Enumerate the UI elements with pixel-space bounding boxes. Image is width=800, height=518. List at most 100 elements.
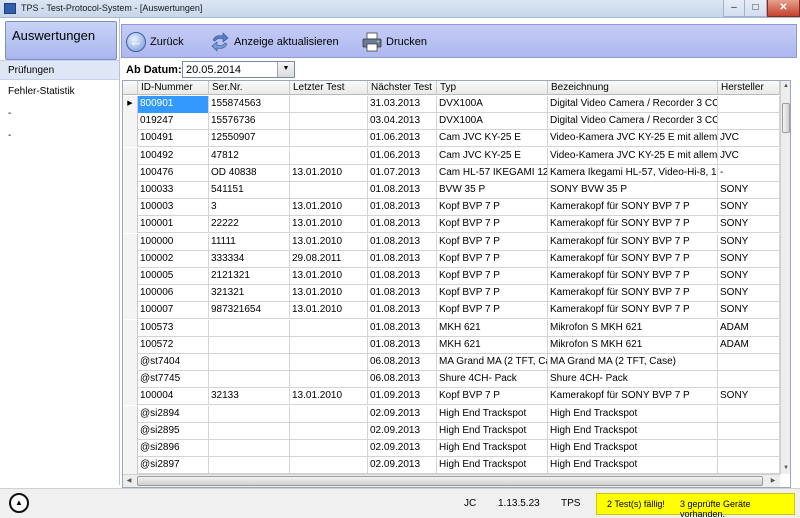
cell-serial-number[interactable]: 3	[209, 199, 290, 217]
cell-id-number[interactable]: @si2896	[138, 440, 209, 457]
table-row[interactable]: 100491 12550907 01.06.2013 Cam JVC KY-25 EV…	[123, 130, 780, 148]
cell-id-number[interactable]: @si2895	[138, 422, 209, 440]
cell-id-number[interactable]: 100491	[138, 130, 209, 148]
column-header-description[interactable]: Bezeichnung	[548, 81, 718, 95]
back-button[interactable]: ← Zurück	[126, 29, 184, 55]
cell-serial-number[interactable]: 155874563	[209, 96, 290, 113]
cell-last-test[interactable]	[290, 457, 368, 475]
horizontal-scroll-thumb[interactable]	[137, 476, 763, 486]
row-header[interactable]	[123, 302, 138, 320]
cell-type[interactable]: Cam HL-57 IKEGAMI 12345	[437, 164, 548, 182]
cell-next-test[interactable]: 01.08.2013	[368, 216, 437, 234]
column-header-manufacturer[interactable]: Hersteller	[718, 81, 780, 95]
table-row[interactable]: 100005 2121321 13.01.2010 01.08.2013 Kopf BV…	[123, 268, 780, 285]
cell-manufacturer[interactable]	[718, 96, 780, 113]
row-header[interactable]	[123, 199, 138, 217]
cell-serial-number[interactable]: 987321654	[209, 302, 290, 320]
cell-manufacturer[interactable]: ADAM	[718, 319, 780, 337]
table-row[interactable]: 100033 541151 01.08.2013 BVW 35 P SONY BVW 3…	[123, 182, 780, 199]
cell-last-test[interactable]: 13.01.2010	[290, 233, 368, 251]
cell-next-test[interactable]: 01.07.2013	[368, 164, 437, 182]
cell-description[interactable]: Kamerakopf für SONY BVP 7 P	[548, 199, 718, 217]
cell-last-test[interactable]	[290, 371, 368, 389]
table-row[interactable]: @si2894 02.09.2013 High End Trackspot High …	[123, 405, 780, 423]
cell-manufacturer[interactable]: SONY	[718, 250, 780, 268]
sidebar-item-pruefungen[interactable]: Prüfungen	[0, 60, 119, 80]
cell-description[interactable]: Mikrofon S MKH 621	[548, 336, 718, 354]
cell-description[interactable]: SONY BVW 35 P	[548, 182, 718, 199]
cell-description[interactable]: Digital Video Camera / Recorder 3 CCD	[548, 96, 718, 113]
print-button[interactable]: Drucken	[362, 29, 427, 55]
cell-manufacturer[interactable]: SONY	[718, 233, 780, 251]
cell-manufacturer[interactable]: SONY	[718, 268, 780, 285]
cell-manufacturer[interactable]: SONY	[718, 302, 780, 320]
table-row[interactable]: 100573 01.08.2013 MKH 621 Mikrofon S MKH 62…	[123, 319, 780, 337]
cell-last-test[interactable]	[290, 422, 368, 440]
cell-type[interactable]: Kopf BVP 7 P	[437, 285, 548, 303]
scroll-down-icon[interactable]: ▼	[781, 463, 790, 474]
cell-next-test[interactable]: 01.08.2013	[368, 233, 437, 251]
row-header[interactable]	[123, 336, 138, 354]
cell-description[interactable]: Mikrofon S MKH 621	[548, 319, 718, 337]
cell-serial-number[interactable]: 22222	[209, 216, 290, 234]
cell-next-test[interactable]: 01.06.2013	[368, 147, 437, 165]
cell-type[interactable]: MKH 621	[437, 336, 548, 354]
sidebar-header[interactable]: Auswertungen	[5, 21, 117, 60]
row-header[interactable]	[123, 285, 138, 303]
cell-serial-number[interactable]: 15576736	[209, 113, 290, 131]
row-header[interactable]	[123, 422, 138, 440]
cell-last-test[interactable]	[290, 319, 368, 337]
cell-next-test[interactable]: 01.08.2013	[368, 336, 437, 354]
sidebar-item-placeholder-2[interactable]: -	[0, 126, 119, 146]
cell-type[interactable]: Kopf BVP 7 P	[437, 250, 548, 268]
cell-next-test[interactable]: 01.08.2013	[368, 268, 437, 285]
cell-serial-number[interactable]: 32133	[209, 388, 290, 406]
cell-manufacturer[interactable]	[718, 422, 780, 440]
cell-type[interactable]: MA Grand MA (2 TFT, Case	[437, 354, 548, 371]
scroll-right-icon[interactable]: ▶	[767, 475, 779, 487]
cell-last-test[interactable]: 13.01.2010	[290, 302, 368, 320]
cell-last-test[interactable]	[290, 354, 368, 371]
cell-manufacturer[interactable]	[718, 113, 780, 131]
cell-manufacturer[interactable]: -	[718, 164, 780, 182]
cell-next-test[interactable]: 01.08.2013	[368, 285, 437, 303]
cell-type[interactable]: Kopf BVP 7 P	[437, 302, 548, 320]
cell-id-number[interactable]: @si2894	[138, 405, 209, 423]
minimize-button[interactable]: –	[723, 0, 745, 17]
row-header[interactable]	[123, 164, 138, 182]
cell-type[interactable]: DVX100A	[437, 96, 548, 113]
cell-last-test[interactable]: 13.01.2010	[290, 164, 368, 182]
table-row[interactable]: 100001 22222 13.01.2010 01.08.2013 Kopf BVP …	[123, 216, 780, 234]
scroll-left-icon[interactable]: ◀	[123, 475, 135, 487]
cell-serial-number[interactable]	[209, 405, 290, 423]
cell-description[interactable]: Kamera Ikegami HL-57, Video-Hi-8, 12-fa	[548, 164, 718, 182]
cell-serial-number[interactable]: OD 40838	[209, 164, 290, 182]
cell-description[interactable]: MA Grand MA (2 TFT, Case)	[548, 354, 718, 371]
refresh-button[interactable]: Anzeige aktualisieren	[210, 29, 339, 55]
row-header[interactable]	[123, 113, 138, 131]
column-header-next-test[interactable]: Nächster Test	[368, 81, 437, 95]
cell-serial-number[interactable]	[209, 371, 290, 389]
cell-next-test[interactable]: 02.09.2013	[368, 422, 437, 440]
cell-type[interactable]: Kopf BVP 7 P	[437, 268, 548, 285]
column-header-serial-number[interactable]: Ser.Nr.	[209, 81, 290, 95]
cell-next-test[interactable]: 31.03.2013	[368, 96, 437, 113]
row-header[interactable]	[123, 440, 138, 457]
cell-type[interactable]: Shure 4CH- Pack	[437, 371, 548, 389]
row-header[interactable]	[123, 388, 138, 406]
cell-next-test[interactable]: 01.06.2013	[368, 130, 437, 148]
cell-description[interactable]: Kamerakopf für SONY BVP 7 P	[548, 233, 718, 251]
cell-last-test[interactable]	[290, 336, 368, 354]
row-header[interactable]	[123, 354, 138, 371]
cell-id-number[interactable]: 100492	[138, 147, 209, 165]
cell-id-number[interactable]: 800901	[138, 96, 209, 113]
row-header[interactable]	[123, 457, 138, 475]
cell-id-number[interactable]: 100573	[138, 319, 209, 337]
cell-description[interactable]: Kamerakopf für SONY BVP 7 P	[548, 268, 718, 285]
cell-serial-number[interactable]: 333334	[209, 250, 290, 268]
cell-description[interactable]: Kamerakopf für SONY BVP 7 P	[548, 388, 718, 406]
cell-description[interactable]: High End Trackspot	[548, 422, 718, 440]
chevron-down-icon[interactable]: ▼	[277, 62, 294, 77]
cell-type[interactable]: MKH 621	[437, 319, 548, 337]
cell-next-test[interactable]: 01.08.2013	[368, 319, 437, 337]
